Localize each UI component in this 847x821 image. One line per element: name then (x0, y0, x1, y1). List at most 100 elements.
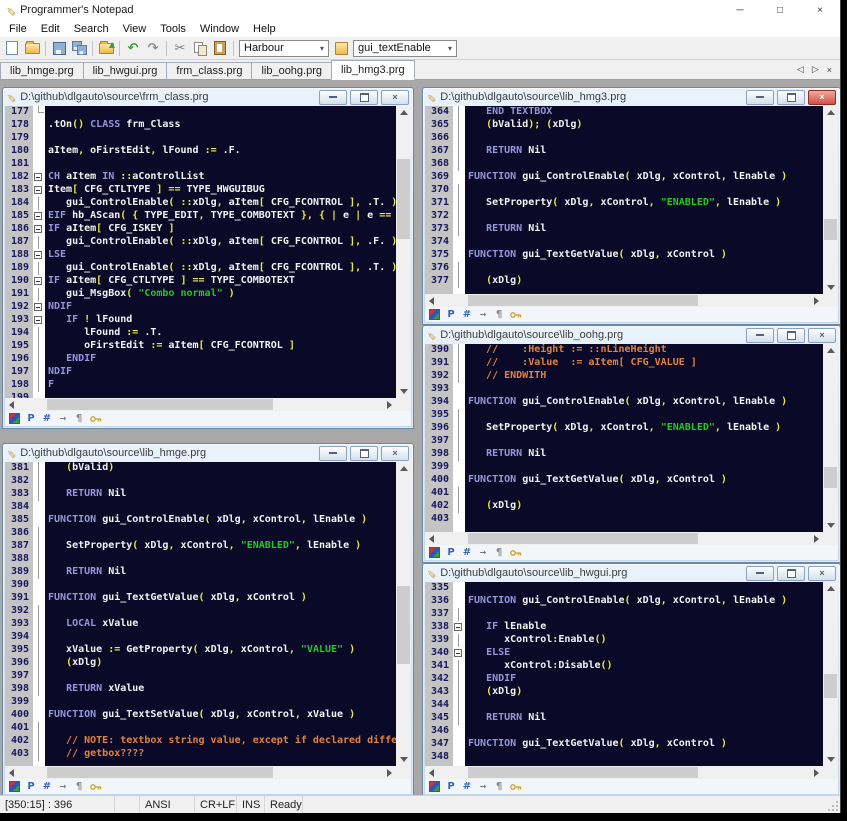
vscroll-track[interactable] (823, 357, 838, 519)
hscroll-track[interactable] (438, 766, 810, 779)
write-protect-icon[interactable] (510, 783, 522, 791)
hscroll-track[interactable] (438, 294, 810, 307)
paste-icon[interactable] (210, 39, 230, 57)
code-editor[interactable]: 335336FUNCTION gui_ControlEnable( xDlg, … (425, 582, 823, 766)
vscroll-thumb[interactable] (397, 159, 410, 239)
vscroll-track[interactable] (396, 119, 411, 385)
child-title-bar[interactable]: ✎D:\github\dlgauto\source\lib_oohg.prg× (423, 326, 840, 344)
code-editor[interactable]: 364 END TEXTBOX365 (bValid); (xDlg)36636… (425, 106, 823, 294)
whitespace-icon[interactable]: → (478, 783, 488, 791)
scroll-up-arrow[interactable] (396, 462, 411, 475)
whitespace-icon[interactable]: → (58, 415, 68, 423)
child-title-bar[interactable]: ✎D:\github\dlgauto\source\lib_hwgui.prg× (423, 564, 840, 582)
scroll-right-arrow[interactable] (810, 532, 823, 545)
scroll-down-arrow[interactable] (823, 753, 838, 766)
find-in-files-icon[interactable] (331, 39, 351, 57)
fold-box-icon[interactable] (33, 314, 45, 327)
hscroll-track[interactable] (438, 532, 810, 545)
tab-lib_oohg-prg[interactable]: lib_oohg.prg (251, 62, 332, 79)
undo-icon[interactable]: ↶ (123, 39, 143, 57)
scroll-left-arrow[interactable] (5, 398, 18, 411)
line-numbers-icon[interactable]: # (462, 782, 472, 792)
fold-box-icon[interactable] (453, 621, 465, 634)
scroll-down-arrow[interactable] (823, 281, 838, 294)
hscroll-thumb[interactable] (47, 399, 273, 410)
vertical-scrollbar[interactable] (823, 344, 838, 532)
word-wrap-icon[interactable]: P (446, 310, 456, 320)
eol-markers-icon[interactable]: ¶ (74, 414, 84, 424)
word-wrap-icon[interactable]: P (26, 782, 36, 792)
cut-icon[interactable]: ✂ (170, 39, 190, 57)
find-combobox[interactable]: gui_textEnable▾ (353, 40, 457, 57)
horizontal-scrollbar[interactable] (5, 398, 396, 411)
vscroll-thumb[interactable] (824, 467, 837, 488)
tab-lib_hwgui-prg[interactable]: lib_hwgui.prg (83, 62, 168, 79)
close-button[interactable]: × (808, 328, 836, 343)
scroll-up-arrow[interactable] (396, 106, 411, 119)
vertical-scrollbar[interactable] (823, 582, 838, 766)
vscroll-thumb[interactable] (824, 674, 837, 698)
save-icon[interactable] (49, 39, 69, 57)
vertical-scrollbar[interactable] (396, 462, 411, 766)
scroll-up-arrow[interactable] (823, 106, 838, 119)
scroll-left-arrow[interactable] (425, 294, 438, 307)
child-title-bar[interactable]: ✎D:\github\dlgauto\source\lib_hmge.prg× (3, 444, 413, 462)
hscroll-thumb[interactable] (468, 767, 699, 778)
menu-view[interactable]: View (116, 22, 154, 36)
eol-markers-icon[interactable]: ¶ (494, 310, 504, 320)
close-button[interactable]: × (800, 0, 840, 20)
redo-icon[interactable]: ↷ (143, 39, 163, 57)
close-tab-icon[interactable]: × (827, 65, 832, 75)
vscroll-track[interactable] (396, 475, 411, 753)
menu-file[interactable]: File (2, 22, 34, 36)
fold-box-icon[interactable] (33, 301, 45, 314)
restore-button[interactable] (350, 90, 378, 105)
scheme-icon[interactable] (9, 781, 20, 792)
close-button[interactable]: × (381, 90, 409, 105)
child-title-bar[interactable]: ✎D:\github\dlgauto\source\lib_hmg3.prg× (423, 88, 840, 106)
hscroll-track[interactable] (18, 766, 383, 779)
restore-button[interactable] (777, 328, 805, 343)
fold-box-icon[interactable] (33, 223, 45, 236)
menu-search[interactable]: Search (67, 22, 116, 36)
copy-icon[interactable] (190, 39, 210, 57)
line-numbers-icon[interactable]: # (42, 414, 52, 424)
scroll-down-arrow[interactable] (396, 385, 411, 398)
scheme-select[interactable]: Harbour▾ (239, 40, 329, 57)
fold-box-icon[interactable] (33, 184, 45, 197)
scroll-tabs-left-icon[interactable]: ◁ (797, 64, 804, 75)
minimize-button[interactable]: ─ (720, 0, 760, 20)
scheme-icon[interactable] (429, 781, 440, 792)
vscroll-thumb[interactable] (824, 219, 837, 240)
fold-box-icon[interactable] (33, 275, 45, 288)
scroll-tabs-right-icon[interactable]: ▷ (812, 64, 819, 75)
minimize-button[interactable] (746, 566, 774, 581)
eol-markers-icon[interactable]: ¶ (494, 548, 504, 558)
fold-box-icon[interactable] (33, 210, 45, 223)
close-button[interactable]: × (808, 90, 836, 105)
word-wrap-icon[interactable]: P (446, 782, 456, 792)
horizontal-scrollbar[interactable] (5, 766, 396, 779)
write-protect-icon[interactable] (90, 415, 102, 423)
code-editor[interactable]: 381 (bValid)382383 RETURN Nil384385FUNCT… (5, 462, 396, 766)
minimize-button[interactable] (319, 90, 347, 105)
scroll-down-arrow[interactable] (823, 519, 838, 532)
scroll-right-arrow[interactable] (383, 766, 396, 779)
code-editor[interactable]: 390 // :Height := ::nLineHeight391 // :V… (425, 344, 823, 532)
tab-lib_hmg3-prg[interactable]: lib_hmg3.prg (331, 60, 415, 80)
eol-markers-icon[interactable]: ¶ (74, 782, 84, 792)
tab-frm_class-prg[interactable]: frm_class.prg (166, 62, 252, 79)
whitespace-icon[interactable]: → (478, 549, 488, 557)
save-copy-icon[interactable] (96, 39, 116, 57)
child-title-bar[interactable]: ✎D:\github\dlgauto\source\frm_class.prg× (3, 88, 413, 106)
hscroll-thumb[interactable] (468, 295, 699, 306)
menu-window[interactable]: Window (193, 22, 246, 36)
word-wrap-icon[interactable]: P (26, 414, 36, 424)
minimize-button[interactable] (319, 446, 347, 461)
maximize-button[interactable]: □ (760, 0, 800, 20)
scroll-up-arrow[interactable] (823, 582, 838, 595)
scheme-icon[interactable] (429, 309, 440, 320)
whitespace-icon[interactable]: → (478, 311, 488, 319)
scroll-left-arrow[interactable] (425, 766, 438, 779)
minimize-button[interactable] (746, 328, 774, 343)
